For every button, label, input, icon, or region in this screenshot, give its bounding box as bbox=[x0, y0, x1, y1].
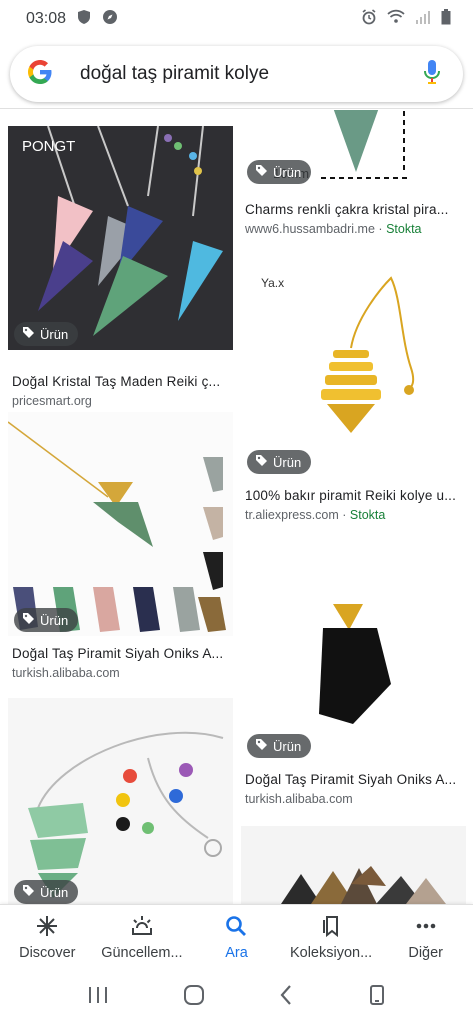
asterisk-icon bbox=[35, 914, 59, 942]
search-bar[interactable]: doğal taş piramit kolye bbox=[10, 46, 463, 102]
stock-status: Stokta bbox=[386, 222, 422, 236]
recent-apps-icon[interactable] bbox=[87, 985, 109, 1010]
stock-status: Stokta bbox=[349, 508, 386, 522]
rotate-screen-icon[interactable] bbox=[368, 984, 386, 1011]
result-card[interactable]: Ürün Doğal Taş Piramit Siyah Oniks A... … bbox=[241, 544, 466, 814]
back-icon[interactable] bbox=[278, 984, 294, 1011]
result-separator: · bbox=[342, 508, 347, 522]
product-badge: Ürün bbox=[247, 160, 312, 184]
nav-collections[interactable]: Koleksiyon... bbox=[284, 905, 379, 970]
shield-icon bbox=[76, 9, 92, 30]
status-time: 03:08 bbox=[26, 10, 67, 27]
result-card[interactable]: Ya.x Ürün 100% bakır piramit Reiki kolye… bbox=[241, 258, 466, 528]
product-badge: Ürün bbox=[247, 450, 312, 474]
nav-search-label: Ara bbox=[225, 945, 248, 961]
tag-icon bbox=[22, 326, 35, 342]
nav-discover[interactable]: Discover bbox=[0, 905, 95, 970]
product-badge: Ürün bbox=[14, 608, 79, 632]
nav-search[interactable]: Ara bbox=[189, 905, 284, 970]
tag-icon bbox=[22, 612, 35, 628]
nav-more-label: Diğer bbox=[408, 945, 443, 961]
result-title[interactable]: Charms renkli çakra kristal pira... bbox=[245, 202, 463, 217]
result-image[interactable]: Ürün bbox=[241, 544, 466, 768]
result-title[interactable]: 100% bakır piramit Reiki kolye u... bbox=[245, 488, 463, 503]
result-image[interactable]: PONGT Ürün bbox=[8, 126, 233, 350]
compass-icon bbox=[102, 9, 118, 30]
status-bar: 03:08 bbox=[0, 0, 473, 38]
product-badge-label: Ürün bbox=[273, 738, 302, 754]
image-dimension-label: 54mm bbox=[409, 110, 445, 111]
updates-icon bbox=[130, 914, 154, 942]
image-watermark: PONGT bbox=[22, 138, 76, 155]
search-icon bbox=[224, 914, 248, 942]
result-image[interactable] bbox=[241, 826, 466, 904]
result-image[interactable]: Ürün bbox=[8, 698, 233, 904]
microphone-icon[interactable] bbox=[423, 59, 441, 90]
result-title[interactable]: Doğal Taş Piramit Siyah Oniks A... bbox=[12, 646, 230, 661]
result-source[interactable]: pricesmart.org bbox=[12, 394, 92, 408]
result-card[interactable] bbox=[241, 826, 466, 904]
result-title[interactable]: Doğal Kristal Taş Maden Reiki ç... bbox=[12, 374, 230, 389]
bottom-navigation[interactable]: Discover Güncellem... Ara Koleksiyon... … bbox=[0, 904, 473, 970]
search-divider bbox=[0, 108, 473, 109]
result-image[interactable]: Ürün bbox=[8, 412, 233, 636]
result-card[interactable]: Ürün bbox=[8, 698, 233, 904]
product-badge-label: Ürün bbox=[40, 326, 69, 342]
nav-collections-label: Koleksiyon... bbox=[289, 945, 373, 961]
system-navigation-bar[interactable] bbox=[0, 970, 473, 1024]
google-logo-icon[interactable] bbox=[26, 58, 54, 91]
result-image[interactable]: 10mm 54mm Ürün bbox=[241, 110, 466, 188]
collections-icon bbox=[319, 914, 343, 942]
image-results-grid[interactable]: PONGT Ürün Doğal Kristal Taş Maden Reiki… bbox=[0, 110, 473, 904]
product-badge: Ürün bbox=[14, 880, 79, 904]
wifi-icon bbox=[387, 9, 405, 29]
result-card[interactable]: PONGT Ürün Doğal Kristal Taş Maden Reiki… bbox=[8, 126, 233, 408]
product-badge: Ürün bbox=[247, 734, 312, 758]
result-source-line[interactable]: tr.aliexpress.com · Stokta bbox=[245, 508, 385, 522]
result-source[interactable]: turkish.alibaba.com bbox=[245, 792, 353, 806]
product-badge-label: Ürün bbox=[40, 612, 69, 628]
result-source[interactable]: turkish.alibaba.com bbox=[12, 666, 120, 680]
nav-more[interactable]: Diğer bbox=[378, 905, 473, 970]
product-badge-label: Ürün bbox=[273, 164, 302, 180]
result-source-line[interactable]: www6.hussambadri.me · Stokta bbox=[245, 222, 422, 236]
nav-updates[interactable]: Güncellem... bbox=[95, 905, 190, 970]
battery-icon bbox=[441, 8, 451, 30]
nav-discover-label: Discover bbox=[19, 945, 76, 961]
result-source: tr.aliexpress.com bbox=[245, 508, 339, 522]
product-badge-label: Ürün bbox=[40, 884, 69, 900]
signal-icon bbox=[415, 10, 431, 29]
tag-icon bbox=[255, 738, 268, 754]
result-card[interactable]: Ürün Doğal Taş Piramit Siyah Oniks A... … bbox=[8, 412, 233, 682]
result-card[interactable]: 10mm 54mm Ürün Charms renkli çakra krist… bbox=[241, 110, 466, 242]
result-separator: · bbox=[378, 222, 383, 236]
nav-updates-label: Güncellem... bbox=[101, 945, 183, 961]
alarm-icon bbox=[361, 8, 377, 30]
tag-icon bbox=[22, 884, 35, 900]
product-badge: Ürün bbox=[14, 322, 79, 346]
search-query-text[interactable]: doğal taş piramit kolye bbox=[80, 63, 423, 85]
product-badge-label: Ürün bbox=[273, 454, 302, 470]
result-image[interactable]: Ya.x Ürün bbox=[241, 258, 466, 482]
result-title[interactable]: Doğal Taş Piramit Siyah Oniks A... bbox=[245, 772, 463, 787]
more-icon bbox=[414, 914, 438, 942]
tag-icon bbox=[255, 454, 268, 470]
home-icon[interactable] bbox=[183, 984, 205, 1011]
tag-icon bbox=[255, 164, 268, 180]
result-source: www6.hussambadri.me bbox=[245, 222, 375, 236]
image-watermark: Ya.x bbox=[261, 276, 285, 290]
